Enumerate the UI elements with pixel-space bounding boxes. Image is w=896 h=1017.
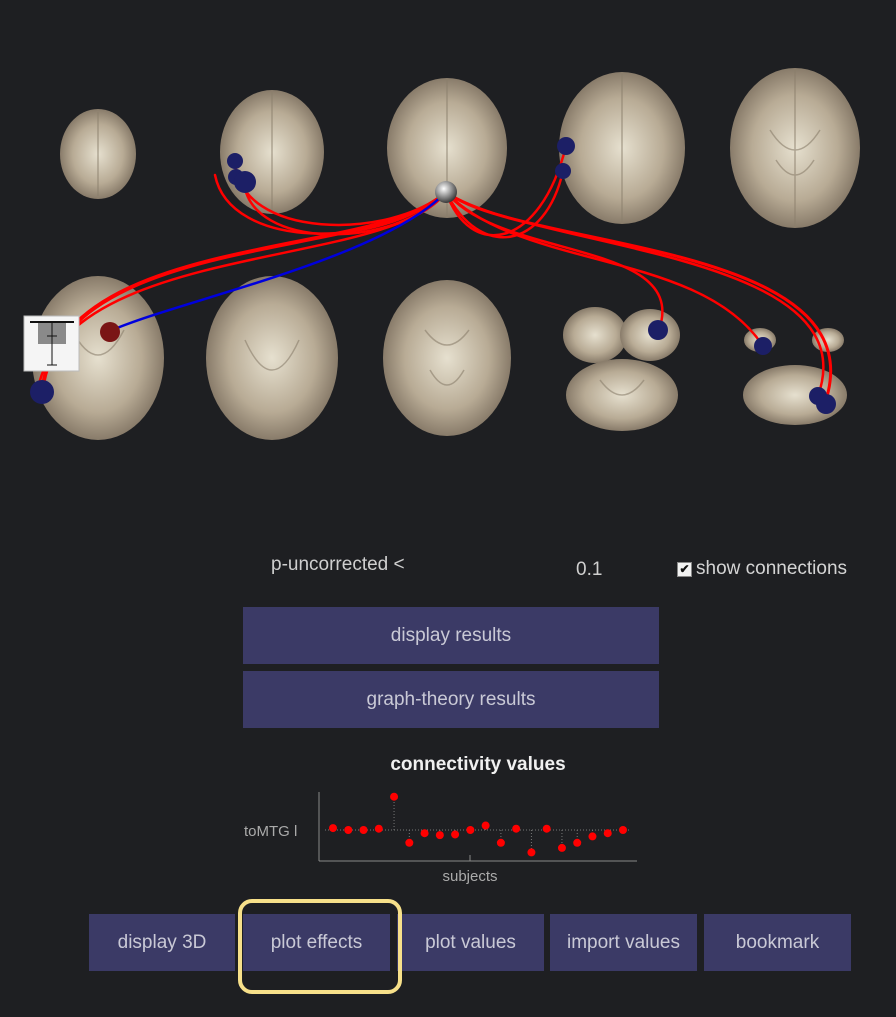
plot-point xyxy=(588,832,597,841)
plot-point xyxy=(481,821,490,830)
brain-slices-display[interactable] xyxy=(0,0,896,480)
threshold-value-field[interactable]: 0.1 xyxy=(576,559,602,581)
plot-point xyxy=(557,843,566,852)
plot-point xyxy=(329,824,337,833)
plot-point xyxy=(420,829,429,838)
connectivity-plot: toMTG l subjects xyxy=(244,792,637,885)
show-connections-checkbox[interactable]: ✔ show connections xyxy=(677,558,847,580)
plot-point xyxy=(527,848,536,857)
plot-point xyxy=(390,792,399,801)
cursor-tooltip xyxy=(23,315,80,372)
bookmark-button[interactable]: bookmark xyxy=(704,914,851,971)
target-node[interactable] xyxy=(557,137,575,155)
plot-point xyxy=(344,826,353,834)
target-node[interactable] xyxy=(234,171,256,193)
plot-point xyxy=(603,829,612,838)
plot-ylabel: toMTG l xyxy=(244,823,297,840)
plot-point xyxy=(573,838,582,847)
plot-point xyxy=(374,824,383,833)
seed-node[interactable] xyxy=(435,181,457,203)
plot-point xyxy=(435,831,444,840)
plot-point xyxy=(359,826,368,834)
plot-point xyxy=(496,838,505,847)
plot-effects-button[interactable]: plot effects xyxy=(243,914,390,971)
brain-slice xyxy=(383,280,511,436)
target-node[interactable] xyxy=(648,320,668,340)
display-3d-button[interactable]: display 3D xyxy=(89,914,235,971)
plot-values-button[interactable]: plot values xyxy=(397,914,544,971)
plot-point xyxy=(451,830,460,839)
target-node[interactable] xyxy=(227,153,243,169)
plot-point xyxy=(466,826,475,834)
brain-slice xyxy=(206,276,338,440)
target-node[interactable] xyxy=(816,394,836,414)
graph-theory-results-button[interactable]: graph-theory results xyxy=(243,671,659,728)
import-values-button[interactable]: import values xyxy=(550,914,697,971)
slice-row-bottom xyxy=(32,276,847,440)
connectivity-values-title: connectivity values xyxy=(390,754,566,775)
threshold-label: p-uncorrected < xyxy=(271,554,405,575)
checkbox-check-icon[interactable]: ✔ xyxy=(677,561,692,577)
plot-points xyxy=(329,792,627,857)
plot-xlabel: subjects xyxy=(442,868,497,885)
target-node[interactable] xyxy=(100,322,120,342)
plot-point xyxy=(619,826,627,834)
plot-point xyxy=(542,824,551,833)
target-node[interactable] xyxy=(754,337,772,355)
target-node[interactable] xyxy=(30,380,54,404)
target-node[interactable] xyxy=(555,163,571,179)
plot-point xyxy=(405,838,414,847)
plot-point xyxy=(512,824,521,833)
show-connections-label: show connections xyxy=(696,558,848,579)
brain-slice xyxy=(563,307,627,363)
display-results-button[interactable]: display results xyxy=(243,607,659,664)
